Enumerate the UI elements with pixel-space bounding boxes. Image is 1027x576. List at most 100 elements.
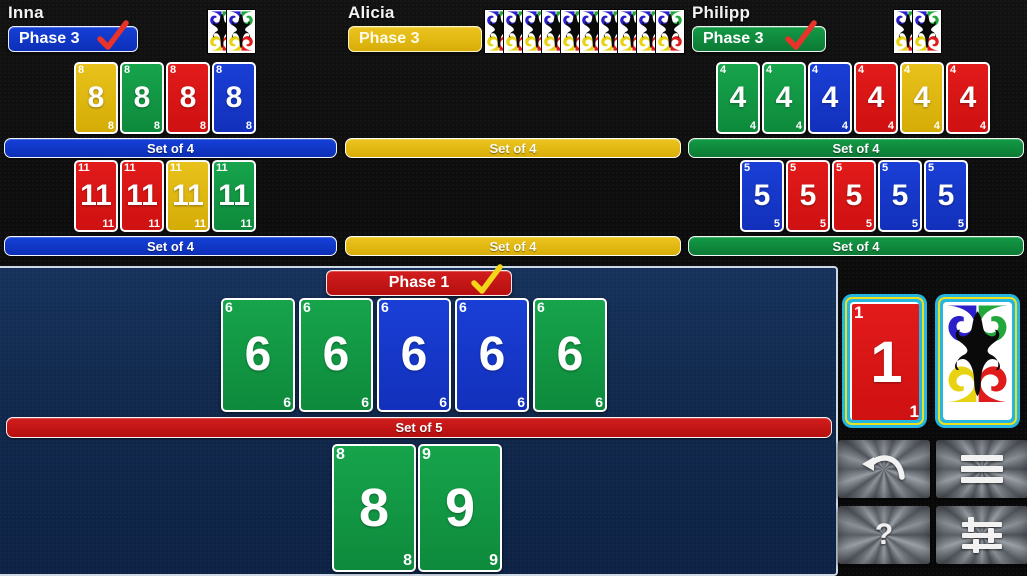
meld-card[interactable]: 11 11 11 — [74, 160, 118, 232]
phase-label-alicia: Phase 3 — [359, 30, 420, 47]
table-card[interactable]: 666 — [455, 298, 529, 412]
set-bar-local[interactable]: Set of 5 — [6, 417, 832, 438]
card-corner-value: 4 — [887, 119, 894, 132]
phase-complete-check-icon — [471, 264, 503, 294]
meld-card[interactable]: 555 — [924, 160, 968, 232]
meld-card[interactable]: 888 — [74, 62, 118, 134]
player-name-alicia: Alicia — [348, 3, 395, 22]
card-corner-value: 8 — [107, 119, 114, 132]
set-bar-philipp-1[interactable]: Set of 4 — [688, 138, 1024, 158]
card-corner-value: 6 — [595, 393, 603, 410]
meld-card[interactable]: 555 — [878, 160, 922, 232]
undo-button[interactable] — [838, 440, 930, 498]
meld-card[interactable]: 11 11 11 — [212, 160, 256, 232]
set-bar-inna-2[interactable]: Set of 4 — [4, 236, 337, 256]
draw-pile[interactable] — [938, 297, 1017, 425]
meld-row-local[interactable]: 666666666666666 — [221, 298, 607, 412]
meld-card[interactable]: 555 — [740, 160, 784, 232]
meld-row-philipp-set2[interactable]: 555555555555555 — [740, 160, 968, 232]
settings-button[interactable] — [936, 506, 1027, 564]
help-button[interactable]: ? — [838, 506, 930, 564]
player-name-philipp: Philipp — [692, 3, 751, 22]
table-card[interactable]: 666 — [299, 298, 373, 412]
hand-backs-philipp[interactable] — [893, 9, 942, 54]
set-bar-alicia-1[interactable]: Set of 4 — [345, 138, 681, 158]
meld-card[interactable]: 444 — [900, 62, 944, 134]
card-corner-value: 6 — [283, 393, 291, 410]
set-bar-alicia-2[interactable]: Set of 4 — [345, 236, 681, 256]
meld-card[interactable]: 888 — [120, 62, 164, 134]
card-corner-value: 9 — [489, 552, 498, 570]
card-corner-value: 11 — [240, 217, 252, 230]
card-corner-value: 4 — [933, 119, 940, 132]
meld-card[interactable]: 555 — [832, 160, 876, 232]
card-corner-value: 5 — [865, 217, 872, 230]
card-corner-value: 5 — [957, 217, 964, 230]
phase-complete-check-icon — [97, 20, 129, 50]
player-panel-inna: Inna Phase 3 — [8, 4, 138, 52]
meld-card[interactable]: 444 — [946, 62, 990, 134]
menu-button[interactable] — [936, 440, 1027, 498]
draw-pile-card-back[interactable] — [943, 302, 1012, 420]
phase-label-inna: Phase 3 — [19, 30, 80, 47]
table-card[interactable]: 666 — [533, 298, 607, 412]
sliders-settings-icon — [962, 517, 1002, 553]
card-corner-value: 6 — [517, 393, 525, 410]
card-corner-value: 5 — [819, 217, 826, 230]
player-panel-philipp: Philipp Phase 3 — [692, 4, 826, 52]
phase-badge-local[interactable]: Phase 1 — [326, 264, 512, 296]
meld-row-inna-set2[interactable]: 11 11 11 11 11 11 11 11 11 11 11 11 — [74, 160, 256, 232]
card-corner-value: 11 — [148, 217, 160, 230]
card-corner-value: 1 — [909, 402, 919, 420]
hand-card[interactable]: 888 — [332, 444, 416, 572]
card-corner-value: 4 — [749, 119, 756, 132]
card-value: 9 — [444, 478, 476, 538]
discard-pile[interactable]: 111 — [845, 297, 924, 425]
card-corner-value: 11 — [194, 217, 206, 230]
meld-card[interactable]: 11 11 11 — [166, 160, 210, 232]
meld-card[interactable]: 888 — [166, 62, 210, 134]
meld-card[interactable]: 11 11 11 — [120, 160, 164, 232]
player-hand[interactable]: 888999 — [332, 444, 502, 572]
hand-card-back[interactable] — [912, 9, 942, 54]
phase-badge-philipp[interactable]: Phase 3 — [692, 20, 826, 52]
set-bar-philipp-2[interactable]: Set of 4 — [688, 236, 1024, 256]
phase-badge-alicia[interactable]: Phase 3 — [348, 26, 482, 52]
player-panel-alicia: Alicia Phase 3 — [348, 4, 482, 52]
phase-badge-inna[interactable]: Phase 3 — [8, 20, 138, 52]
hand-card-back[interactable] — [655, 9, 685, 54]
card-corner-value: 8 — [403, 552, 412, 570]
table-card[interactable]: 666 — [221, 298, 295, 412]
card-corner-value: 6 — [439, 393, 447, 410]
meld-card[interactable]: 444 — [854, 62, 898, 134]
meld-card[interactable]: 888 — [212, 62, 256, 134]
meld-card[interactable]: 444 — [716, 62, 760, 134]
card-value: 8 — [358, 478, 390, 538]
phase-complete-check-icon — [785, 20, 817, 50]
set-bar-inna-1[interactable]: Set of 4 — [4, 138, 337, 158]
meld-card[interactable]: 444 — [808, 62, 852, 134]
card-corner-value: 8 — [153, 119, 160, 132]
meld-row-philipp-set1[interactable]: 444444444444444444 — [716, 62, 990, 134]
hand-backs-alicia[interactable] — [484, 9, 685, 54]
card-corner-value: 11 — [102, 217, 114, 230]
card-corner-value: 4 — [979, 119, 986, 132]
hand-backs-inna[interactable] — [207, 9, 256, 54]
meld-card[interactable]: 555 — [786, 160, 830, 232]
card-corner-value: 5 — [773, 217, 780, 230]
hamburger-menu-icon — [961, 455, 1003, 483]
meld-card[interactable]: 444 — [762, 62, 806, 134]
card-corner-value: 4 — [841, 119, 848, 132]
table-card[interactable]: 666 — [377, 298, 451, 412]
game-screen: Inna Phase 3 Alicia Phase 3 Philipp Phas… — [0, 0, 1027, 576]
phase-label-local: Phase 1 — [388, 274, 450, 291]
hand-card[interactable]: 999 — [418, 444, 502, 572]
card-corner-value: 4 — [795, 119, 802, 132]
phase-label-philipp: Phase 3 — [703, 30, 764, 47]
meld-row-inna-set1[interactable]: 888888888888 — [74, 62, 256, 134]
question-mark-icon: ? — [874, 518, 894, 551]
card-corner-value: 6 — [361, 393, 369, 410]
discard-top-card[interactable]: 111 — [850, 302, 919, 420]
hand-card-back[interactable] — [226, 9, 256, 54]
player-name-inna: Inna — [8, 3, 44, 22]
